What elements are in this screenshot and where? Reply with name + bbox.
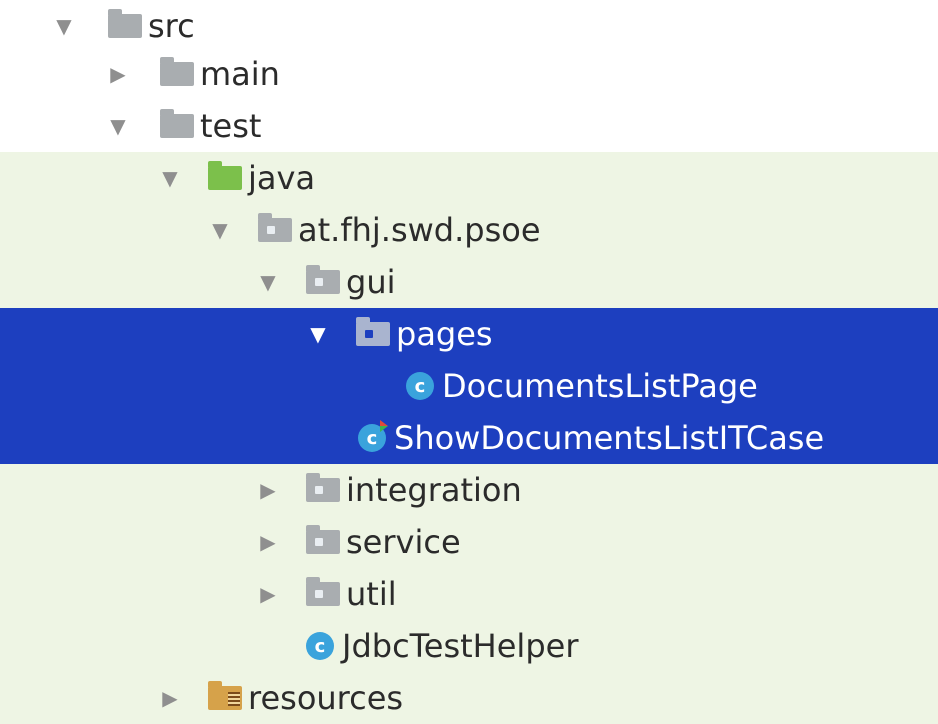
class-icon: c bbox=[406, 372, 434, 400]
node-label: main bbox=[200, 55, 280, 93]
tree-node-gui[interactable]: ▼ gui bbox=[0, 256, 938, 308]
tree-node-service[interactable]: ▶ service bbox=[0, 516, 938, 568]
node-label: DocumentsListPage bbox=[442, 367, 758, 405]
node-label: test bbox=[200, 107, 262, 145]
class-icon: c bbox=[306, 632, 334, 660]
package-icon bbox=[306, 525, 340, 554]
tree-node-package-root[interactable]: ▼ at.fhj.swd.psoe bbox=[0, 204, 938, 256]
expand-arrow-icon[interactable]: ▼ bbox=[208, 204, 232, 256]
package-icon bbox=[306, 473, 340, 502]
expand-arrow-icon[interactable]: ▼ bbox=[106, 100, 130, 152]
node-label: ShowDocumentsListITCase bbox=[394, 419, 825, 457]
node-label: service bbox=[346, 523, 461, 561]
folder-icon bbox=[160, 57, 194, 86]
expand-arrow-icon[interactable]: ▼ bbox=[52, 0, 76, 52]
tree-node-documents-list-page[interactable]: c DocumentsListPage bbox=[0, 360, 938, 412]
node-label: at.fhj.swd.psoe bbox=[298, 211, 541, 249]
tree-node-util[interactable]: ▶ util bbox=[0, 568, 938, 620]
tree-node-test[interactable]: ▼ test bbox=[0, 100, 938, 152]
tree-node-show-documents-list-itcase[interactable]: c ShowDocumentsListITCase bbox=[0, 412, 938, 464]
collapse-arrow-icon[interactable]: ▶ bbox=[256, 568, 280, 620]
folder-icon bbox=[160, 109, 194, 138]
expand-arrow-icon[interactable]: ▼ bbox=[306, 308, 330, 360]
collapse-arrow-icon[interactable]: ▶ bbox=[256, 516, 280, 568]
package-icon bbox=[258, 213, 292, 242]
tree-node-resources[interactable]: ▶ resources bbox=[0, 672, 938, 724]
package-icon bbox=[306, 265, 340, 294]
collapse-arrow-icon[interactable]: ▶ bbox=[158, 672, 182, 724]
tree-node-java[interactable]: ▼ java bbox=[0, 152, 938, 204]
test-source-folder-icon bbox=[208, 161, 242, 190]
node-label: integration bbox=[346, 471, 522, 509]
expand-arrow-icon[interactable]: ▼ bbox=[256, 256, 280, 308]
node-label: util bbox=[346, 575, 397, 613]
tree-node-main[interactable]: ▶ main bbox=[0, 48, 938, 100]
node-label: resources bbox=[248, 679, 404, 717]
collapse-arrow-icon[interactable]: ▶ bbox=[256, 464, 280, 516]
tree-node-pages[interactable]: ▼ pages bbox=[0, 308, 938, 360]
expand-arrow-icon[interactable]: ▼ bbox=[158, 152, 182, 204]
node-label: pages bbox=[396, 315, 493, 353]
collapse-arrow-icon[interactable]: ▶ bbox=[106, 48, 130, 100]
test-class-icon: c bbox=[358, 424, 386, 452]
package-icon bbox=[356, 317, 390, 346]
tree-node-integration[interactable]: ▶ integration bbox=[0, 464, 938, 516]
node-label: JdbcTestHelper bbox=[342, 627, 579, 665]
resources-folder-icon bbox=[208, 681, 242, 710]
tree-node-src[interactable]: ▼ src bbox=[0, 0, 938, 52]
node-label: java bbox=[248, 159, 316, 197]
project-tree: ▼ src ▶ main ▼ test ▼ java ▼ at.fhj.swd.… bbox=[0, 0, 938, 724]
folder-icon bbox=[108, 9, 142, 38]
node-label: src bbox=[148, 7, 195, 45]
tree-node-jdbc-test-helper[interactable]: c JdbcTestHelper bbox=[0, 620, 938, 672]
package-icon bbox=[306, 577, 340, 606]
node-label: gui bbox=[346, 263, 396, 301]
